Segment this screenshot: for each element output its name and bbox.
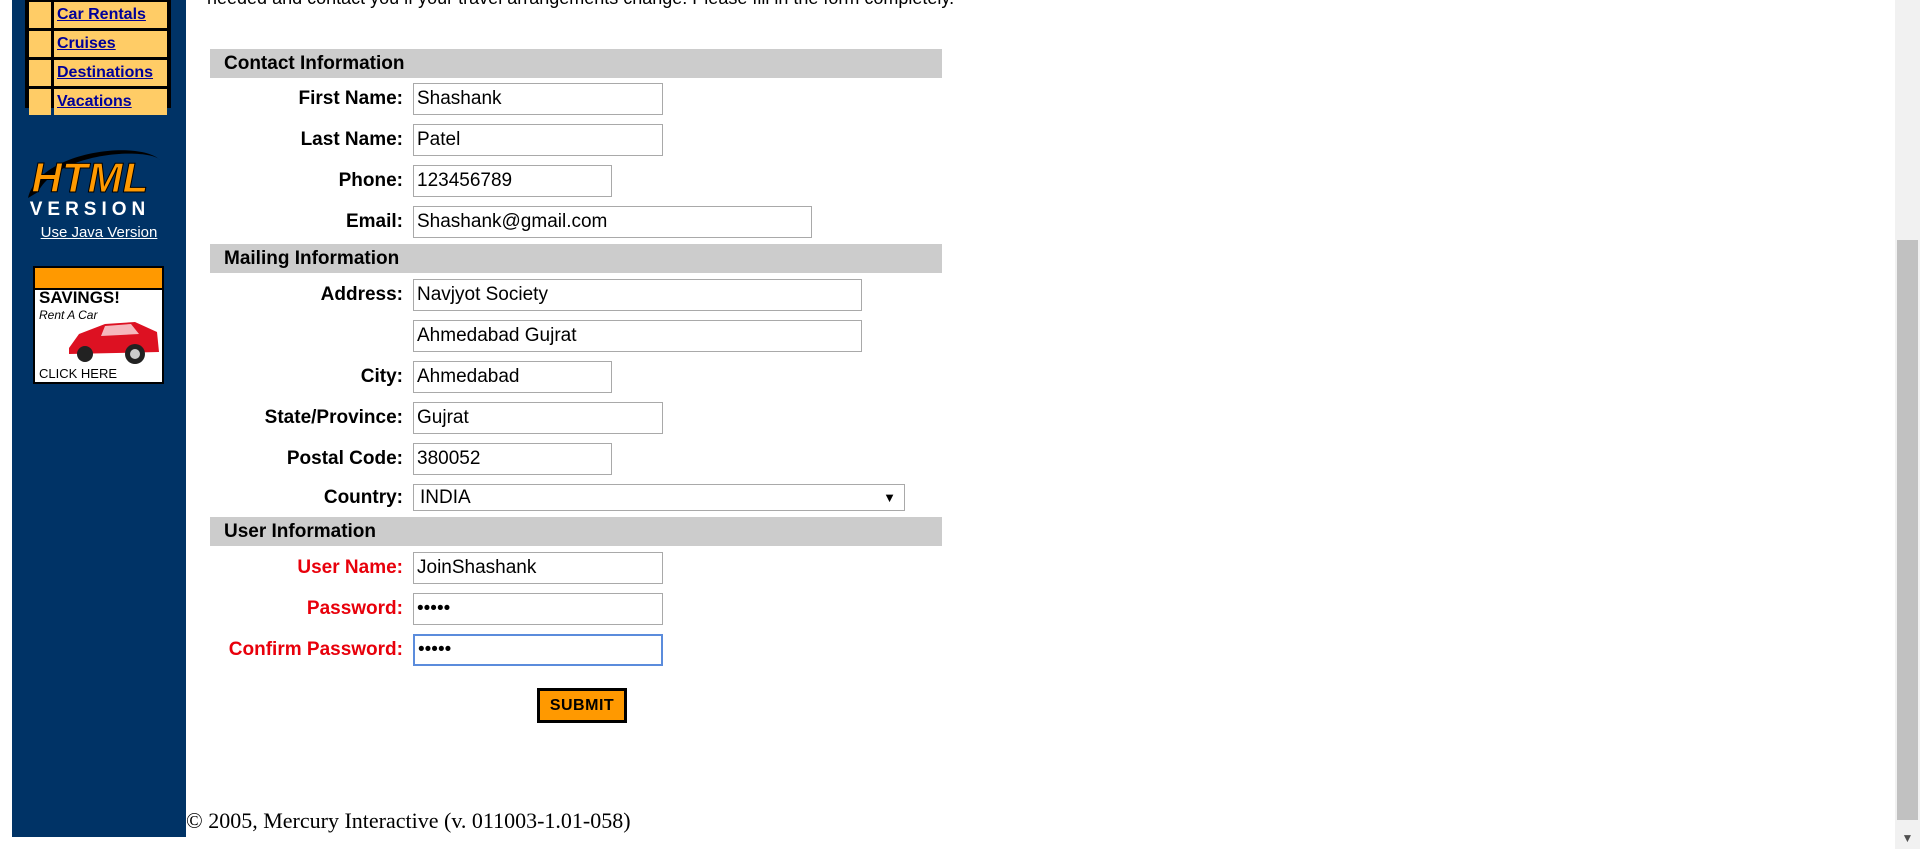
html-version-logo: HTML VERSION <box>28 150 160 220</box>
footer-copyright: © 2005, Mercury Interactive (v. 011003-1… <box>186 808 631 833</box>
car-icon <box>69 322 159 364</box>
last-name-label: Last Name: <box>300 129 403 150</box>
logo-text-bottom: VERSION <box>30 199 151 220</box>
nav-bullet <box>29 31 51 57</box>
java-version-link[interactable]: Use Java Version <box>12 224 186 241</box>
confirm-password-label: Confirm Password: <box>228 639 403 660</box>
state-label: State/Province: <box>264 407 403 428</box>
address-label: Address: <box>320 284 403 305</box>
nav-bullet <box>29 89 51 115</box>
postal-code-label: Postal Code: <box>286 448 403 469</box>
nav-item-destinations: Destinations <box>29 60 167 86</box>
rent-a-car-ad[interactable]: SAVINGS! Rent A Car CLICK HERE <box>33 266 164 384</box>
nav-bullet <box>29 60 51 86</box>
confirm-password-field[interactable] <box>413 634 663 666</box>
nav-item-car-rentals: Car Rentals <box>29 2 167 28</box>
country-select[interactable]: INDIA ▼ <box>413 484 905 511</box>
postal-code-field[interactable] <box>413 443 612 475</box>
phone-label: Phone: <box>338 170 403 191</box>
nav-menu: Car Rentals Cruises Destinations Vacatio… <box>25 0 171 115</box>
logo-text-top: HTML <box>32 154 149 201</box>
address-line1-field[interactable] <box>413 279 862 311</box>
nav-item-vacations: Vacations <box>29 89 167 115</box>
password-field[interactable] <box>413 593 663 625</box>
nav-link-car-rentals[interactable]: Car Rentals <box>54 2 167 28</box>
password-label: Password: <box>306 598 403 619</box>
city-field[interactable] <box>413 361 612 393</box>
country-selected-value: INDIA <box>420 487 471 508</box>
scrollbar-thumb[interactable] <box>1897 240 1918 820</box>
phone-field[interactable] <box>413 165 612 197</box>
city-label: City: <box>360 366 403 387</box>
address-line2-field[interactable] <box>413 320 862 352</box>
country-label: Country: <box>323 487 403 508</box>
first-name-field[interactable] <box>413 83 663 115</box>
section-mailing-information: Mailing Information <box>210 244 942 273</box>
nav-link-cruises[interactable]: Cruises <box>54 31 167 57</box>
email-label: Email: <box>345 211 403 232</box>
section-contact-information: Contact Information <box>210 49 942 78</box>
nav-link-vacations[interactable]: Vacations <box>54 89 167 115</box>
scroll-down-arrow-icon[interactable]: ▼ <box>1895 831 1920 845</box>
user-name-label: User Name: <box>297 557 403 578</box>
dropdown-arrow-icon: ▼ <box>883 490 896 505</box>
first-name-label: First Name: <box>298 88 403 109</box>
ad-header-bar <box>35 268 162 290</box>
last-name-field[interactable] <box>413 124 663 156</box>
intro-text: needed and contact you if your travel ar… <box>207 0 967 10</box>
ad-cta: CLICK HERE <box>39 366 118 381</box>
user-name-field[interactable] <box>413 552 663 584</box>
state-field[interactable] <box>413 402 663 434</box>
submit-button[interactable]: SUBMIT <box>537 688 627 723</box>
email-field[interactable] <box>413 206 812 238</box>
nav-bullet <box>29 2 51 28</box>
vertical-scrollbar[interactable]: ▼ <box>1895 0 1920 849</box>
section-user-information: User Information <box>210 517 942 546</box>
nav-item-cruises: Cruises <box>29 31 167 57</box>
nav-link-destinations[interactable]: Destinations <box>54 60 167 86</box>
ad-title: SAVINGS! <box>39 288 120 307</box>
sidebar: Car Rentals Cruises Destinations Vacatio… <box>12 0 186 837</box>
